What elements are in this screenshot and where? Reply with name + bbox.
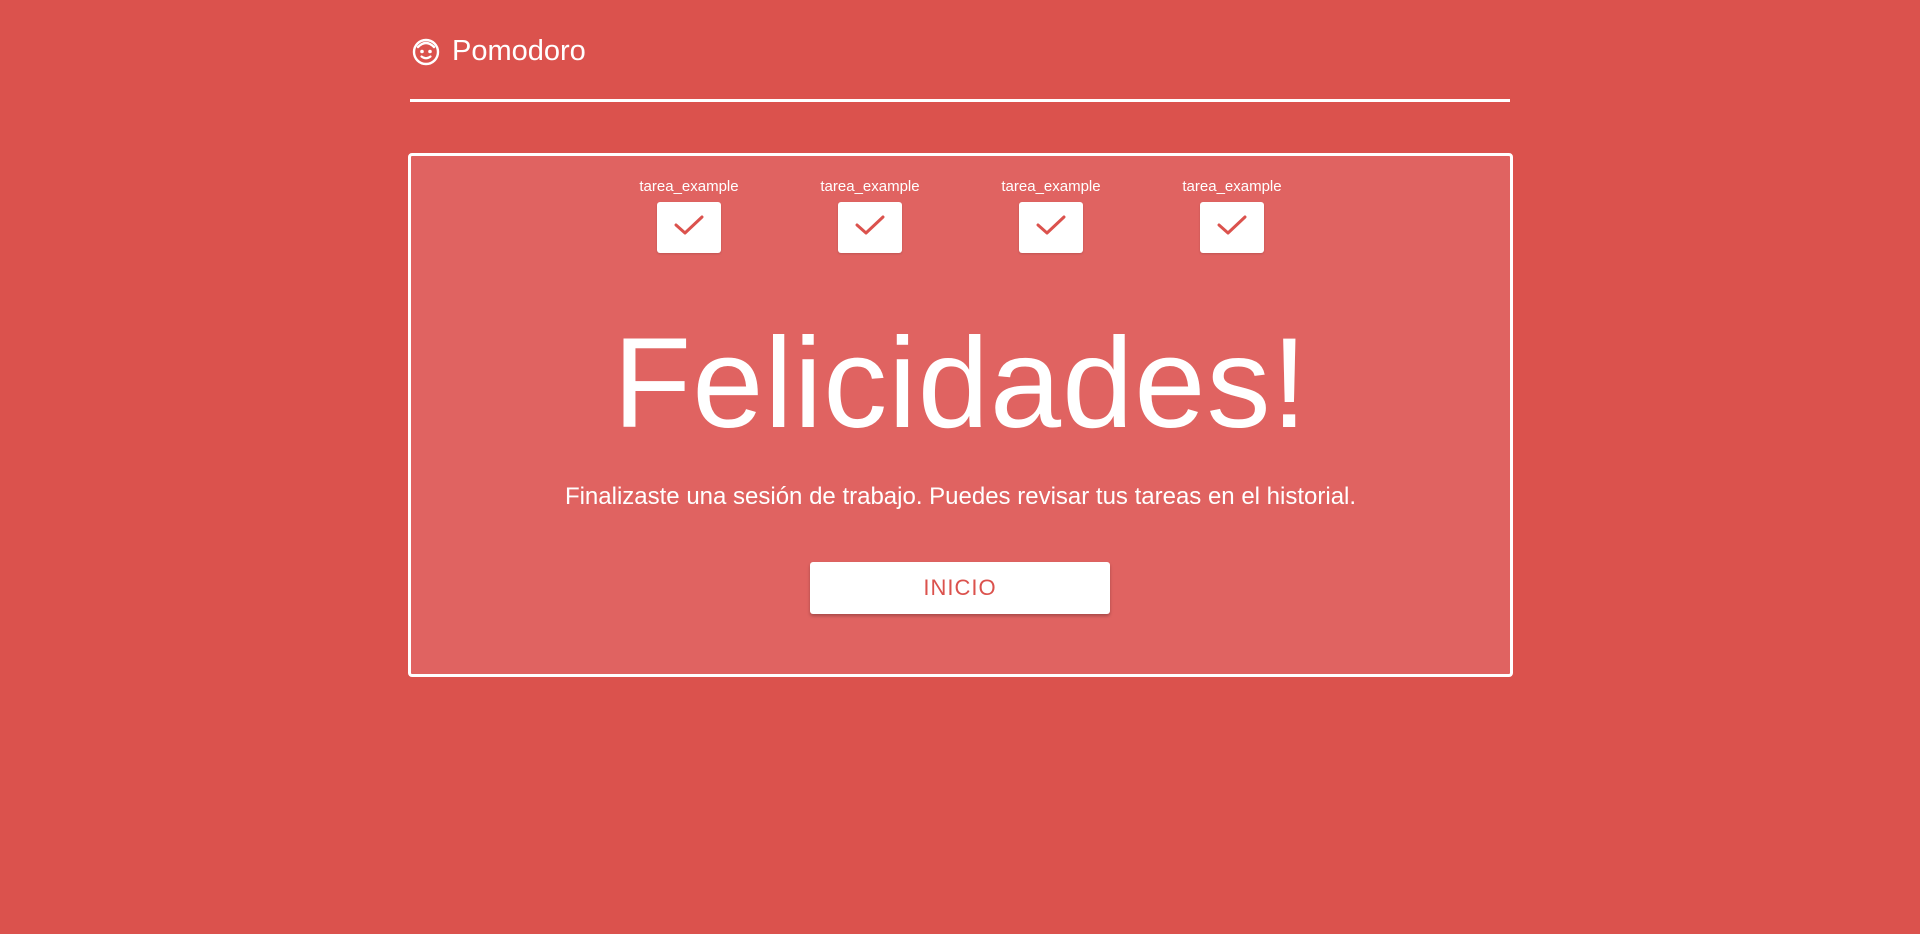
- check-icon: [855, 214, 885, 241]
- session-complete-message: Finalizaste una sesión de trabajo. Puede…: [564, 483, 1357, 510]
- check-icon: [1036, 214, 1066, 241]
- task-label: tarea_example: [1182, 178, 1282, 195]
- task-item: tarea_example: [780, 178, 961, 253]
- task-check-box[interactable]: [1019, 202, 1083, 253]
- task-item: tarea_example: [1142, 178, 1323, 253]
- page: Pomodoro tarea_example tarea_example tar…: [0, 0, 1920, 934]
- task-check-box[interactable]: [838, 202, 902, 253]
- home-button[interactable]: INICIO: [810, 562, 1110, 614]
- task-check-box[interactable]: [657, 202, 721, 253]
- brand-link[interactable]: Pomodoro: [410, 28, 1510, 74]
- task-item: tarea_example: [599, 178, 780, 253]
- face-smile-icon: [410, 35, 442, 67]
- task-list: tarea_example tarea_example tarea_exampl…: [411, 178, 1510, 253]
- app-header: Pomodoro: [410, 28, 1510, 102]
- task-check-box[interactable]: [1200, 202, 1264, 253]
- congrats-heading: Felicidades!: [613, 312, 1308, 455]
- task-label: tarea_example: [639, 178, 739, 195]
- task-label: tarea_example: [1001, 178, 1101, 195]
- task-item: tarea_example: [961, 178, 1142, 253]
- check-icon: [674, 214, 704, 241]
- task-label: tarea_example: [820, 178, 920, 195]
- check-icon: [1217, 214, 1247, 241]
- completion-card: tarea_example tarea_example tarea_exampl…: [408, 153, 1513, 677]
- app-title: Pomodoro: [452, 34, 586, 67]
